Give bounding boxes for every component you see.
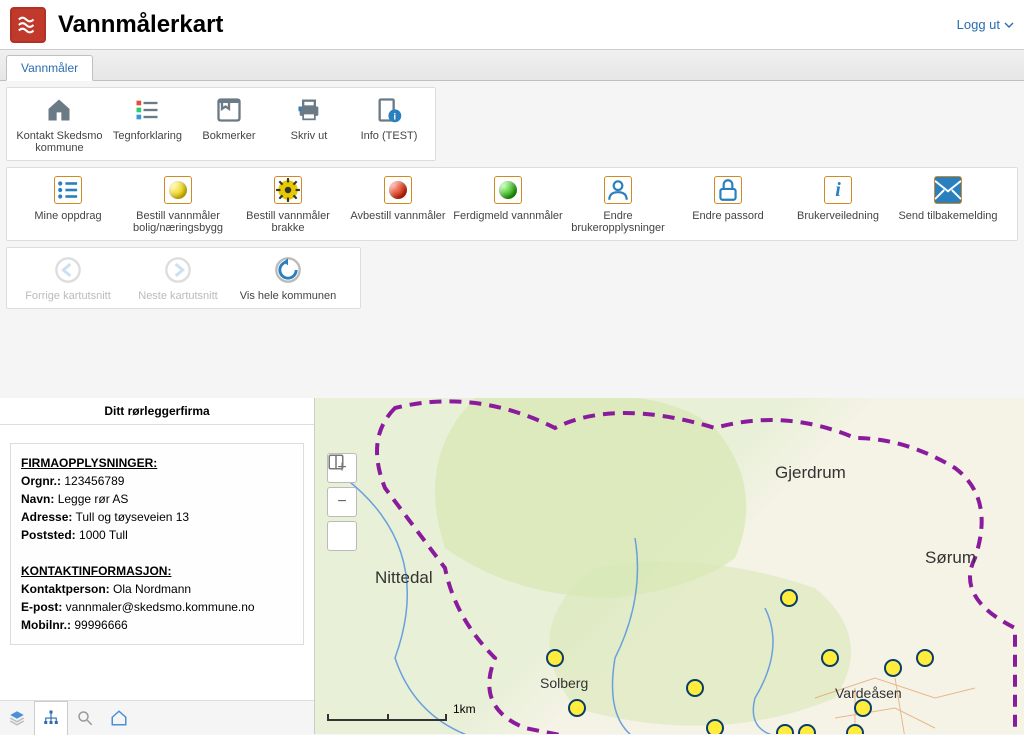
gear-dot-icon — [272, 174, 304, 206]
btn-avbestill[interactable]: Avbestill vannmåler — [343, 174, 453, 234]
btn-endre-bruker[interactable]: Endre brukeropplysninger — [563, 174, 673, 234]
book-icon — [327, 453, 345, 471]
info-icon: i — [373, 94, 405, 126]
sidebar-tab-search[interactable] — [68, 701, 102, 735]
lock-icon — [712, 174, 744, 206]
zoom-out-button[interactable]: − — [327, 487, 357, 517]
svg-text:Vardeåsen: Vardeåsen — [835, 685, 902, 701]
sidebar-tab-tree[interactable] — [34, 701, 68, 735]
sidebar-tab-home[interactable] — [102, 701, 136, 735]
btn-mine-oppdrag[interactable]: Mine oppdrag — [13, 174, 123, 234]
sidebar-title: Ditt rørleggerfirma — [0, 398, 314, 425]
company-info-box: FIRMAOPPLYSNINGER: Orgnr.: 123456789 Nav… — [10, 443, 304, 645]
page-title: Vannmålerkart — [58, 11, 223, 39]
map-bookmarks-button[interactable] — [327, 521, 357, 551]
btn-kontakt-kommune[interactable]: Kontakt Skedsmo kommune — [13, 94, 106, 154]
home-icon — [43, 94, 75, 126]
user-icon — [602, 174, 634, 206]
bookmark-icon — [213, 94, 245, 126]
tab-bar: Vannmåler — [0, 50, 1024, 81]
info-i-icon: i — [822, 174, 854, 206]
btn-tegnforklaring[interactable]: Tegnforklaring — [106, 94, 189, 154]
btn-send-tilbakemelding[interactable]: Send tilbakemelding — [893, 174, 1003, 234]
print-icon — [293, 94, 325, 126]
arrow-right-icon — [162, 254, 194, 286]
btn-info-test[interactable]: i Info (TEST) — [349, 94, 429, 154]
btn-vis-hele-kommunen[interactable]: Vis hele kommunen — [233, 254, 343, 302]
svg-text:Gjerdrum: Gjerdrum — [775, 463, 846, 482]
btn-forrige-kartutsnitt[interactable]: Forrige kartutsnitt — [13, 254, 123, 302]
map-scale: 1km — [327, 710, 476, 724]
svg-text:Sørum: Sørum — [925, 548, 976, 567]
tab-vannmaler[interactable]: Vannmåler — [6, 55, 93, 81]
refresh-icon — [272, 254, 304, 286]
btn-bokmerker[interactable]: Bokmerker — [189, 94, 269, 154]
btn-bestill-bolig[interactable]: Bestill vannmåler bolig/næringsbygg — [123, 174, 233, 234]
red-dot-icon — [382, 174, 414, 206]
btn-ferdigmeld[interactable]: Ferdigmeld vannmåler — [453, 174, 563, 234]
logout-link[interactable]: Logg ut — [957, 17, 1014, 32]
layers-icon — [8, 709, 26, 727]
btn-brukerveiledning[interactable]: i Brukerveiledning — [783, 174, 893, 234]
btn-endre-passord[interactable]: Endre passord — [673, 174, 783, 234]
sidebar-tab-layers[interactable] — [0, 701, 34, 735]
svg-text:Solberg: Solberg — [540, 675, 588, 691]
btn-bestill-brakke[interactable]: Bestill vannmåler brakke — [233, 174, 343, 234]
yellow-dot-icon — [162, 174, 194, 206]
app-logo — [10, 7, 46, 43]
green-dot-icon — [492, 174, 524, 206]
map-canvas[interactable]: Gjerdrum Sørum Nittedal Solberg Vardeåse… — [315, 398, 1024, 734]
list-icon — [52, 174, 84, 206]
home-icon — [110, 709, 128, 727]
search-icon — [76, 709, 94, 727]
svg-text:Nittedal: Nittedal — [375, 568, 433, 587]
btn-skriv-ut[interactable]: Skriv ut — [269, 94, 349, 154]
tree-icon — [42, 709, 60, 727]
mail-icon — [932, 174, 964, 206]
chevron-down-icon — [1004, 20, 1014, 30]
arrow-left-icon — [52, 254, 84, 286]
svg-text:i: i — [394, 111, 397, 121]
legend-icon — [131, 94, 163, 126]
btn-neste-kartutsnitt[interactable]: Neste kartutsnitt — [123, 254, 233, 302]
